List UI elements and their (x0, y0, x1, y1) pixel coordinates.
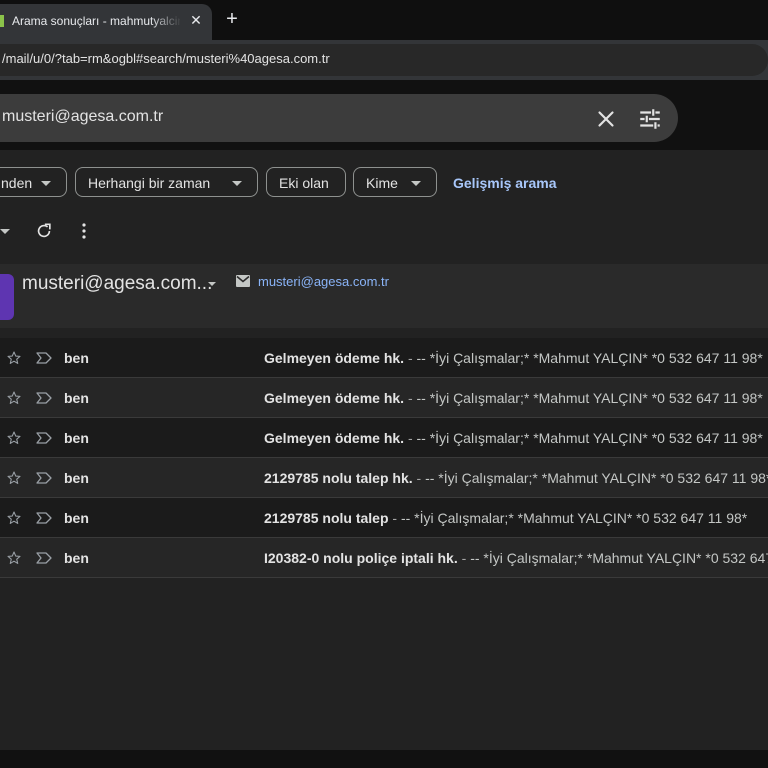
star-icon[interactable] (6, 390, 22, 406)
advanced-search-link[interactable]: Gelişmiş arama (453, 175, 557, 191)
email-subject: Gelmeyen ödeme hk. (264, 390, 405, 406)
contact-name[interactable]: musteri@agesa.com... (22, 273, 212, 295)
bottom-bar (0, 750, 768, 768)
browser-tab[interactable]: Arama sonuçları - mahmutyalcin ✕ (0, 4, 212, 40)
important-marker-icon[interactable] (36, 392, 52, 404)
email-content: Gelmeyen ödeme hk. - -- *İyi Çalışmalar;… (264, 350, 768, 366)
gmail-header: musteri@agesa.com.tr (0, 94, 768, 150)
new-tab-button[interactable]: + (222, 8, 242, 30)
important-marker-icon[interactable] (36, 472, 52, 484)
important-marker-icon[interactable] (36, 432, 52, 444)
email-separator: - (412, 470, 426, 486)
filter-chip-has-attachment[interactable]: Eki olan (266, 167, 346, 197)
tune-icon[interactable] (636, 106, 664, 132)
email-row[interactable]: ben Gelmeyen ödeme hk. - -- *İyi Çalışma… (0, 418, 768, 458)
email-subject: I20382-0 nolu poliçe iptali hk. (264, 550, 458, 566)
tab-close-icon[interactable]: ✕ (188, 12, 204, 28)
email-content: 2129785 nolu talep - -- *İyi Çalışmalar;… (264, 510, 768, 526)
chevron-down-icon (41, 181, 51, 186)
email-row[interactable]: ben 2129785 nolu talep hk. - -- *İyi Çal… (0, 458, 768, 498)
chevron-down-icon[interactable] (208, 282, 216, 286)
mail-icon (236, 275, 250, 287)
star-icon[interactable] (6, 430, 22, 446)
filter-chip-label: Eki olan (279, 175, 329, 191)
email-subject: Gelmeyen ödeme hk. (264, 350, 405, 366)
url-field[interactable]: /mail/u/0/?tab=rm&ogbl#search/musteri%40… (0, 44, 768, 76)
close-icon[interactable] (593, 106, 619, 132)
email-sender: ben (64, 350, 89, 366)
address-bar: /mail/u/0/?tab=rm&ogbl#search/musteri%40… (0, 40, 768, 80)
email-snippet: -- *İyi Çalışmalar;* *Mahmut YALÇIN* *0 … (400, 510, 748, 526)
more-vert-icon[interactable] (76, 221, 92, 241)
email-list: ben Gelmeyen ödeme hk. - -- *İyi Çalışma… (0, 338, 768, 578)
email-row[interactable]: ben Gelmeyen ödeme hk. - -- *İyi Çalışma… (0, 378, 768, 418)
filter-chip-to[interactable]: Kime (353, 167, 437, 197)
chevron-down-icon (411, 181, 421, 186)
search-input[interactable]: musteri@agesa.com.tr (2, 108, 163, 126)
refresh-icon[interactable] (34, 221, 54, 241)
email-separator: - (404, 430, 417, 446)
gmail-favicon-icon (0, 15, 4, 27)
email-row[interactable]: ben Gelmeyen ödeme hk. - -- *İyi Çalışma… (0, 338, 768, 378)
email-separator: - (388, 510, 401, 526)
contact-email-link[interactable]: musteri@agesa.com.tr (258, 274, 389, 289)
url-text[interactable]: /mail/u/0/?tab=rm&ogbl#search/musteri%40… (2, 51, 330, 66)
email-content: Gelmeyen ödeme hk. - -- *İyi Çalışmalar;… (264, 430, 768, 446)
star-icon[interactable] (6, 470, 22, 486)
avatar[interactable] (0, 274, 14, 320)
email-separator: - (404, 390, 417, 406)
email-row[interactable]: ben 2129785 nolu talep - -- *İyi Çalışma… (0, 498, 768, 538)
contact-card: musteri@agesa.com... musteri@agesa.com.t… (0, 264, 768, 328)
filter-chip-label: nden (1, 175, 33, 191)
email-separator: - (457, 550, 471, 566)
search-bar[interactable]: musteri@agesa.com.tr (0, 94, 678, 142)
email-content: 2129785 nolu talep hk. - -- *İyi Çalışma… (264, 470, 768, 486)
email-subject: 2129785 nolu talep hk. (264, 470, 413, 486)
email-snippet: -- *İyi Çalışmalar;* *Mahmut YALÇIN* *0 … (470, 550, 768, 566)
filter-chip-any-time[interactable]: Herhangi bir zaman (75, 167, 258, 197)
email-content: I20382-0 nolu poliçe iptali hk. - -- *İy… (264, 550, 768, 566)
email-sender: ben (64, 470, 89, 486)
email-sender: ben (64, 390, 89, 406)
select-dropdown-icon[interactable] (0, 229, 10, 234)
important-marker-icon[interactable] (36, 352, 52, 364)
email-separator: - (404, 350, 417, 366)
important-marker-icon[interactable] (36, 512, 52, 524)
email-snippet: -- *İyi Çalışmalar;* *Mahmut YALÇIN* *0 … (416, 390, 763, 406)
star-icon[interactable] (6, 350, 22, 366)
filter-chip-label: Herhangi bir zaman (88, 175, 211, 191)
email-sender: ben (64, 550, 89, 566)
email-snippet: -- *İyi Çalışmalar;* *Mahmut YALÇIN* *0 … (425, 470, 768, 486)
filter-chip-label: Kime (366, 175, 398, 191)
star-icon[interactable] (6, 550, 22, 566)
email-row[interactable]: ben I20382-0 nolu poliçe iptali hk. - --… (0, 538, 768, 578)
email-subject: Gelmeyen ödeme hk. (264, 430, 405, 446)
email-sender: ben (64, 430, 89, 446)
browser-tab-strip: Arama sonuçları - mahmutyalcin ✕ + (0, 0, 768, 40)
email-subject: 2129785 nolu talep (264, 510, 389, 526)
chevron-down-icon (232, 181, 242, 186)
filter-chip-from[interactable]: nden (0, 167, 67, 197)
email-snippet: -- *İyi Çalışmalar;* *Mahmut YALÇIN* *0 … (416, 430, 763, 446)
email-content: Gelmeyen ödeme hk. - -- *İyi Çalışmalar;… (264, 390, 768, 406)
email-snippet: -- *İyi Çalışmalar;* *Mahmut YALÇIN* *0 … (416, 350, 763, 366)
email-sender: ben (64, 510, 89, 526)
important-marker-icon[interactable] (36, 552, 52, 564)
star-icon[interactable] (6, 510, 22, 526)
